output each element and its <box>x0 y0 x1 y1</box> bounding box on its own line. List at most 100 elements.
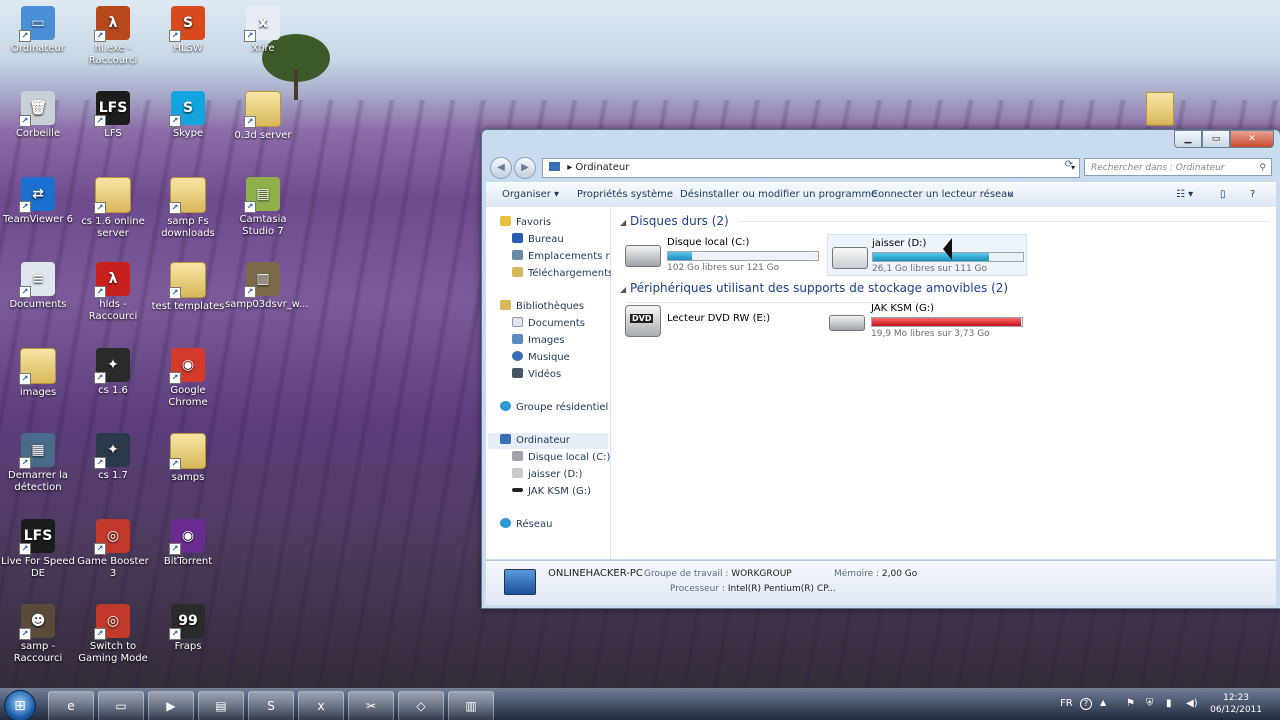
maximize-button[interactable]: ▭ <box>1202 130 1230 148</box>
desktop-icon-item[interactable]: ↗ cs 1.6 online server <box>75 177 151 240</box>
desktop-icon-item[interactable]: ◉ ↗ Google Chrome <box>150 348 226 409</box>
security-icon[interactable]: ⛨ <box>1146 698 1154 709</box>
desktop-icon-item[interactable]: LFS ↗ Live For Speed DE <box>0 519 76 580</box>
forward-button[interactable]: ▶ <box>514 157 536 179</box>
desktop-icon-item[interactable]: ◉ ↗ BitTorrent <box>150 519 226 568</box>
desktop-shortcut-icon: ◉ ↗ <box>169 348 205 384</box>
search-input[interactable]: Rechercher dans : Ordinateur ⚲ <box>1084 158 1272 176</box>
desktop-icon-item[interactable]: ◎ ↗ Game Booster 3 <box>75 519 151 580</box>
taskbar-app-button[interactable]: ▶ <box>148 691 194 720</box>
clock-time: 12:23 <box>1223 693 1250 703</box>
taskbar-app-button[interactable]: ▤ <box>198 691 244 720</box>
taskbar-app-button[interactable]: S <box>248 691 294 720</box>
desktop-icon-item[interactable]: 99 ↗ Fraps <box>150 604 226 653</box>
minimize-button[interactable]: ▁ <box>1174 130 1202 148</box>
desktop-icon-label: Fraps <box>174 641 202 652</box>
collapse-arrow-icon: ◢ <box>620 218 627 227</box>
desktop-icon-item[interactable]: ⇄ ↗ TeamViewer 6 <box>0 177 76 226</box>
desktop-icon-item[interactable]: ↗ images <box>0 348 76 399</box>
shortcut-arrow-icon: ↗ <box>19 457 31 469</box>
show-hidden-icons[interactable]: ▲ <box>1100 698 1106 707</box>
clock[interactable]: 12:23 06/12/2011 <box>1210 692 1262 716</box>
volume-icon[interactable]: ◀) <box>1186 698 1198 709</box>
language-indicator[interactable]: FR <box>1060 698 1073 709</box>
desktop-icon-item[interactable]: LFS ↗ LFS <box>75 91 151 140</box>
desktop-shortcut-icon: λ ↗ <box>94 6 130 42</box>
desktop-icon-item[interactable]: ↗ samps <box>150 433 226 484</box>
nav-network[interactable]: Réseau <box>500 517 624 533</box>
explorer-window[interactable]: ▁ ▭ ✕ ◀ ▶ ▸ Ordinateur ▾ ⟳ Rechercher da… <box>481 129 1280 609</box>
breadcrumb-ordinateur[interactable]: Ordinateur <box>575 162 629 173</box>
taskbar-app-button[interactable]: ▥ <box>448 691 494 720</box>
nav-recent-places[interactable]: Emplacements récents <box>512 249 610 265</box>
desktop-icon-item[interactable]: ↗ test templates <box>150 262 226 313</box>
desktop-icon-item[interactable]: ▥ ↗ samp03dsvr_w... <box>225 262 309 311</box>
desktop-icon-item[interactable]: 🗑 ↗ Corbeille <box>0 91 76 140</box>
system-properties-button[interactable]: Propriétés système <box>577 183 673 207</box>
title-buttons: ▁ ▭ ✕ <box>1174 130 1274 148</box>
uninstall-program-button[interactable]: Désinstaller ou modifier un programme <box>680 183 877 207</box>
nav-homegroup[interactable]: Groupe résidentiel <box>500 400 624 416</box>
taskbar-app-button[interactable]: x <box>298 691 344 720</box>
group-hard-drives[interactable]: ◢ Disques durs (2) <box>620 214 1269 228</box>
view-options-icon[interactable]: ☷ ▾ <box>1176 183 1193 207</box>
desktop-icon-label: Corbeille <box>15 128 61 139</box>
desktop-icon-item[interactable]: ≡ ↗ Documents <box>0 262 76 311</box>
nav-libraries[interactable]: Bibliothèques <box>500 299 624 315</box>
desktop-icon-item[interactable]: S ↗ Skype <box>150 91 226 140</box>
nav-computer[interactable]: Ordinateur <box>488 433 608 449</box>
help-icon[interactable]: ? <box>1250 183 1255 207</box>
desktop-icon-item[interactable]: ☻ ↗ samp - Raccourci <box>0 604 76 665</box>
desktop-shortcut-icon: ▥ ↗ <box>244 262 280 298</box>
desktop-folder-right[interactable] <box>1146 92 1176 128</box>
start-button[interactable]: ⊞ <box>4 690 36 720</box>
network-tray-icon[interactable]: ▮ <box>1166 698 1172 709</box>
action-center-icon[interactable]: ⚑ <box>1126 698 1135 709</box>
map-network-drive-button[interactable]: Connecter un lecteur réseau <box>871 183 1014 207</box>
system-tray: FR ? ▲ ⚑ ⛨ ▮ ◀) 12:23 06/12/2011 <box>1050 689 1280 720</box>
taskbar-app-button[interactable]: ◇ <box>398 691 444 720</box>
more-commands-button[interactable]: » <box>1007 183 1013 207</box>
address-bar[interactable]: ▸ Ordinateur ▾ <box>542 158 1080 178</box>
desktop-icon-item[interactable]: ✦ ↗ cs 1.7 <box>75 433 151 482</box>
desktop-icon-item[interactable]: ▤ ↗ Camtasia Studio 7 <box>225 177 301 238</box>
desktop-icon-label: Skype <box>172 128 204 139</box>
desktop-icon-item[interactable]: ✦ ↗ cs 1.6 <box>75 348 151 397</box>
close-button[interactable]: ✕ <box>1230 130 1274 148</box>
desktop-icon-label: LFS <box>104 128 122 139</box>
taskbar-app-button[interactable]: ✂ <box>348 691 394 720</box>
drive-e-name: Lecteur DVD RW (E:) <box>667 313 771 324</box>
organize-button[interactable]: Organiser ▾ <box>502 183 559 207</box>
desktop-icon-item[interactable]: ↗ samp Fs downloads <box>150 177 226 240</box>
memory-value: 2,00 Go <box>881 569 918 579</box>
desktop-icon-label: 0.3d server <box>234 130 292 141</box>
taskbar-app-button[interactable]: e <box>48 691 94 720</box>
workgroup-value: WORKGROUP <box>731 569 792 579</box>
preview-pane-icon[interactable]: ▯ <box>1220 183 1226 207</box>
drive-c-item[interactable]: Disque local (C:) 102 Go libres sur 121 … <box>625 237 825 275</box>
desktop-icon-item[interactable]: ◎ ↗ Switch to Gaming Mode <box>75 604 151 665</box>
desktop-icon-item[interactable]: λ ↗ hl.exe - Raccourci <box>75 6 151 67</box>
search-icon[interactable]: ⚲ <box>1259 159 1266 177</box>
desktop-icon-item[interactable]: S ↗ HLSW <box>150 6 226 55</box>
group-divider <box>738 221 1269 222</box>
back-button[interactable]: ◀ <box>490 157 512 179</box>
nav-favorites[interactable]: Favoris <box>500 215 624 231</box>
desktop-icon-label: cs 1.7 <box>98 470 128 481</box>
refresh-button[interactable]: ⟳ <box>1062 159 1076 175</box>
help-tray-icon[interactable]: ? <box>1080 698 1092 710</box>
desktop-icon-label: images <box>19 387 57 398</box>
desktop-icon-item[interactable]: x ↗ Xfire <box>225 6 301 55</box>
desktop-icon-item[interactable]: ▦ ↗ Demarrer la détection <box>0 433 76 494</box>
desktop-icon-item[interactable]: λ ↗ hlds - Raccourci <box>75 262 151 323</box>
drive-e-item[interactable]: DVD Lecteur DVD RW (E:) <box>625 303 825 341</box>
drive-g-item[interactable]: JAK KSM (G:) 19,9 Mo libres sur 3,73 Go <box>829 303 1029 341</box>
details-pane: ONLINEHACKER-PC Groupe de travail : WORK… <box>486 560 1276 605</box>
group-hard-drives-label: Disques durs (2) <box>629 214 729 228</box>
desktop-icon-item[interactable]: ▭ ↗ Ordinateur <box>0 6 76 55</box>
taskbar-app-button[interactable]: ▭ <box>98 691 144 720</box>
drive-c-info: 102 Go libres sur 121 Go <box>667 263 780 273</box>
drive-d-item[interactable]: jaisser (D:) 26,1 Go libres sur 111 Go <box>827 234 1027 276</box>
desktop-icon-label: Camtasia Studio 7 <box>239 214 287 237</box>
desktop-icon-item[interactable]: ↗ 0.3d server <box>225 91 301 142</box>
